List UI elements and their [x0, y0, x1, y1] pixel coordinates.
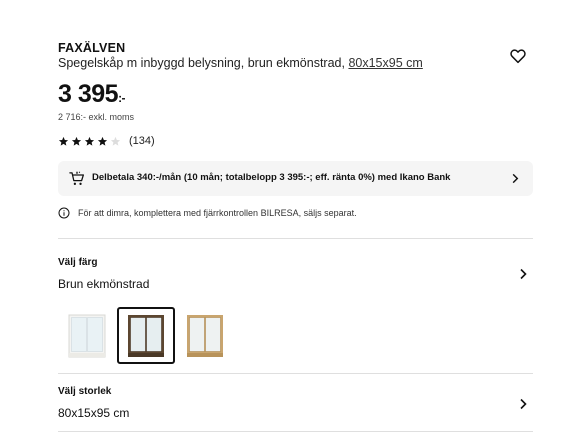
size-link[interactable]: 80x15x95 cm: [348, 56, 422, 70]
cabinet-light-oak-image: [187, 314, 223, 357]
finance-text: Delbetala 340:-/mån (10 mån; totalbelopp…: [92, 172, 451, 183]
star-icon: [71, 136, 82, 146]
size-section-title: Välj storlek: [58, 386, 112, 397]
divider: [58, 431, 533, 432]
price: 3 395:-: [58, 80, 126, 109]
product-page: FAXÄLVEN Spegelskåp m inbyggd belysning,…: [0, 0, 575, 440]
divider: [58, 238, 533, 239]
cabinet-white-image: [68, 314, 106, 357]
heart-icon[interactable]: [509, 47, 527, 65]
rating-count: (134): [129, 135, 155, 147]
finance-banner[interactable]: Delbetala 340:-/mån (10 mån; totalbelopp…: [58, 161, 533, 196]
size-value: 80x15x95 cm: [58, 406, 130, 420]
star-icon: [58, 136, 69, 146]
info-icon: [58, 207, 70, 219]
star-empty-icon: [110, 136, 121, 146]
chevron-right-icon: [512, 173, 519, 184]
rating[interactable]: (134): [58, 135, 155, 147]
color-section-title: Välj färg: [58, 257, 98, 268]
shopping-cart-icon: [69, 171, 85, 185]
color-option-white[interactable]: [58, 307, 116, 364]
price-main: 3 395: [58, 80, 119, 108]
cabinet-brown-oak-image: [128, 314, 164, 357]
dimmer-info: För att dimra, komplettera med fjärrkont…: [58, 207, 357, 219]
chevron-right-icon[interactable]: [518, 268, 528, 280]
star-icon: [84, 136, 95, 146]
price-excl-vat: 2 716:- exkl. moms: [58, 112, 135, 122]
star-icon: [97, 136, 108, 146]
color-value: Brun ekmönstrad: [58, 277, 150, 291]
price-suffix: :-: [118, 91, 126, 105]
chevron-right-icon[interactable]: [518, 398, 528, 410]
product-description: Spegelskåp m inbyggd belysning, brun ekm…: [58, 56, 423, 70]
info-text: För att dimra, komplettera med fjärrkont…: [78, 208, 357, 218]
product-name: FAXÄLVEN: [58, 41, 126, 55]
description-text: Spegelskåp m inbyggd belysning, brun ekm…: [58, 56, 349, 70]
color-option-light-oak[interactable]: [176, 307, 234, 364]
color-option-brown-oak[interactable]: [117, 307, 175, 364]
divider: [58, 373, 533, 374]
